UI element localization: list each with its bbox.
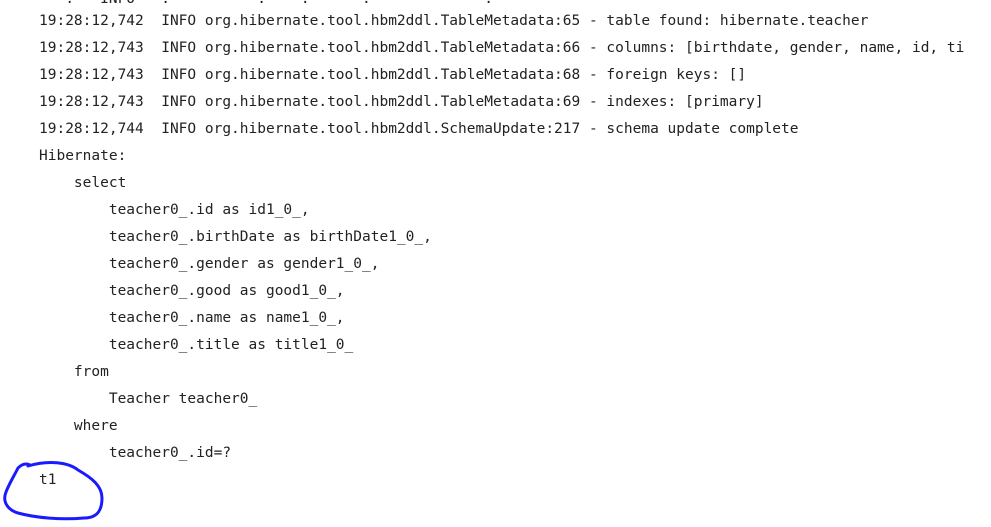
sql-column-birthdate: teacher0_.birthDate as birthDate1_0_, xyxy=(39,229,432,245)
clipped-previous-line: , INFO . . . . : - xyxy=(0,0,991,3)
console-output: , INFO . . . . : - 19:28:12,742 INFO org… xyxy=(0,0,991,527)
sql-select: select xyxy=(39,175,127,191)
sql-column-title: teacher0_.title as title1_0_ xyxy=(39,337,354,353)
log-line-schema-update: 19:28:12,744 INFO org.hibernate.tool.hbm… xyxy=(39,121,799,137)
sql-column-gender: teacher0_.gender as gender1_0_, xyxy=(39,256,380,272)
sql-column-name: teacher0_.name as name1_0_, xyxy=(39,310,345,326)
log-line-table-found: 19:28:12,742 INFO org.hibernate.tool.hbm… xyxy=(39,13,869,29)
sql-table: Teacher teacher0_ xyxy=(39,391,258,407)
hibernate-label: Hibernate: xyxy=(39,148,127,164)
hand-drawn-circle-annotation xyxy=(3,461,104,521)
sql-column-id: teacher0_.id as id1_0_, xyxy=(39,202,310,218)
log-line-indexes: 19:28:12,743 INFO org.hibernate.tool.hbm… xyxy=(39,94,764,110)
sql-where: where xyxy=(39,418,118,434)
log-line-foreign-keys: 19:28:12,743 INFO org.hibernate.tool.hbm… xyxy=(39,67,747,83)
log-line-columns: 19:28:12,743 INFO org.hibernate.tool.hbm… xyxy=(39,40,965,56)
sql-from: from xyxy=(39,364,109,380)
sql-column-good: teacher0_.good as good1_0_, xyxy=(39,283,345,299)
